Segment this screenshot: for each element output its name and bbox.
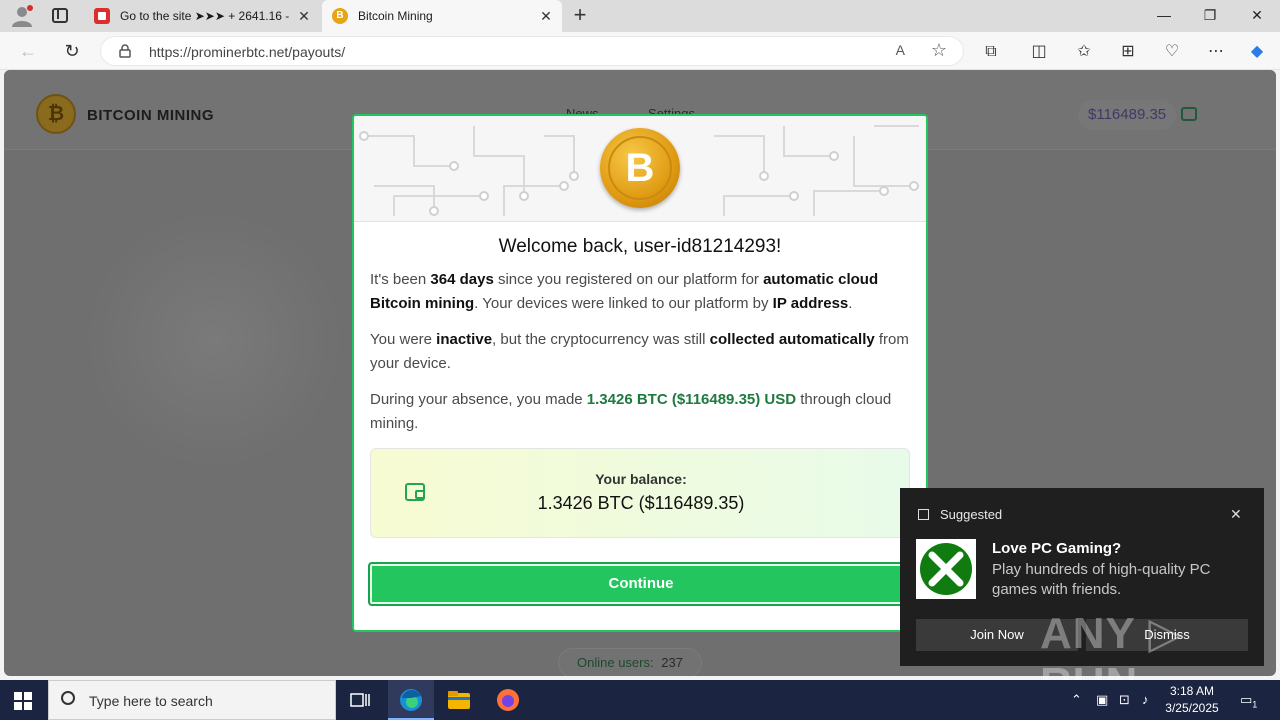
online-users-label: Online users:: [577, 655, 654, 670]
favorite-star-icon[interactable]: ☆: [931, 40, 947, 61]
split-screen-icon[interactable]: ◫: [1028, 41, 1050, 63]
show-hidden-icons[interactable]: ⌃: [1071, 692, 1082, 708]
read-aloud-icon[interactable]: A: [896, 42, 905, 58]
search-placeholder[interactable]: Type here to search: [89, 693, 213, 709]
balance-value: 1.3426 BTC ($116489.35): [537, 493, 745, 513]
circuit-banner: B: [354, 116, 926, 222]
close-notification-icon[interactable]: ✕: [1230, 506, 1242, 523]
collections-icon[interactable]: ⊞: [1117, 41, 1139, 63]
browser-essentials-icon[interactable]: ♡: [1161, 41, 1183, 63]
refresh-icon[interactable]: ↻: [61, 40, 83, 62]
notification-title: Love PC Gaming?: [992, 540, 1122, 557]
settings-more-icon[interactable]: ⋯: [1205, 41, 1227, 63]
close-tab-icon[interactable]: ✕: [294, 8, 314, 25]
notification-center-icon[interactable]: ▭1: [1240, 692, 1257, 710]
continue-button[interactable]: Continue: [368, 562, 914, 606]
notification-body: Play hundreds of high-quality PC games w…: [992, 561, 1211, 598]
restore-button[interactable]: ❐: [1187, 0, 1233, 32]
wallet-icon[interactable]: [1181, 107, 1197, 121]
notification-header: Suggested: [940, 507, 1003, 522]
bitcoin-coin-icon: B: [600, 128, 680, 208]
browser-toolbar: ← ↻ https://prominerbtc.net/payouts/ A ☆…: [0, 32, 1280, 70]
copilot-icon[interactable]: ◆: [1246, 41, 1268, 63]
tab-title: Bitcoin Mining: [358, 9, 433, 23]
balance-card: Your balance: 1.3426 BTC ($116489.35): [370, 448, 910, 538]
notification-count: 1: [1252, 699, 1258, 710]
modal-title: Welcome back, user-id81214293!: [498, 236, 782, 257]
volume-icon[interactable]: ♪: [1142, 692, 1149, 707]
windows-start-icon[interactable]: [14, 692, 32, 710]
clock-time: 3:18 AM: [1169, 684, 1215, 698]
favorites-icon[interactable]: ✩: [1073, 41, 1095, 63]
background-decoration: [84, 210, 344, 470]
xbox-logo-icon: [916, 539, 976, 599]
windows-taskbar: Type here to search ⌃ ▣ ⊡ ♪ 3:18 AM 3/25…: [0, 680, 1280, 720]
paragraph-earnings: During your absence, you made 1.3426 BTC…: [370, 391, 892, 432]
tab-go-to-site[interactable]: Go to the site ➤➤➤ + 2641.16 - ✕: [84, 0, 320, 32]
online-users-count: 237: [661, 655, 683, 670]
welcome-modal: B Welcome back, user-id81214293! It's be…: [352, 114, 928, 632]
system-clock[interactable]: 3:18 AM 3/25/2025: [1160, 683, 1224, 717]
profile-icon[interactable]: [10, 4, 34, 28]
extensions-icon[interactable]: ⧉: [980, 41, 1002, 63]
search-icon: [61, 691, 75, 705]
network-icon[interactable]: ⊡: [1119, 692, 1130, 708]
address-bar[interactable]: https://prominerbtc.net/payouts/ A ☆: [100, 36, 964, 66]
file-explorer-icon[interactable]: [445, 686, 473, 714]
online-users-badge: Online users: 237: [558, 648, 702, 676]
bitcoin-favicon-icon: B: [332, 8, 348, 24]
close-tab-icon[interactable]: ✕: [536, 8, 556, 25]
taskbar-search-box[interactable]: Type here to search: [48, 680, 336, 720]
clock-date: 3/25/2025: [1165, 701, 1219, 715]
minimize-button[interactable]: —: [1141, 0, 1187, 32]
device-icon[interactable]: ▣: [1096, 692, 1108, 708]
tab-title: Go to the site ➤➤➤ + 2641.16 -: [120, 9, 290, 23]
balance-label: Your balance:: [595, 471, 687, 487]
bitcoin-logo-icon[interactable]: ₿: [36, 94, 76, 134]
browser-tab-bar: Go to the site ➤➤➤ + 2641.16 - ✕ B Bitco…: [0, 0, 1280, 32]
firefox-icon[interactable]: [494, 686, 522, 714]
site-logo-text[interactable]: BITCOIN MINING: [87, 107, 214, 124]
url-text[interactable]: https://prominerbtc.net/payouts/: [149, 44, 345, 60]
lock-icon[interactable]: [119, 44, 131, 58]
new-tab-button[interactable]: +: [570, 4, 590, 28]
tab-bitcoin-mining[interactable]: B Bitcoin Mining ✕: [322, 0, 562, 32]
back-arrow-icon[interactable]: ←: [17, 40, 39, 62]
suggested-icon: [918, 509, 929, 520]
paragraph-registration: It's been 364 days since you registered …: [370, 271, 879, 312]
tab-favicon-icon: [94, 8, 110, 24]
paragraph-inactive: You were inactive, but the cryptocurrenc…: [370, 331, 909, 372]
header-balance: $116489.35: [1078, 100, 1177, 130]
edge-browser-icon[interactable]: [397, 686, 425, 714]
close-window-button[interactable]: ✕: [1234, 0, 1280, 32]
tab-actions-icon[interactable]: [52, 8, 68, 23]
task-view-icon[interactable]: [346, 686, 374, 714]
